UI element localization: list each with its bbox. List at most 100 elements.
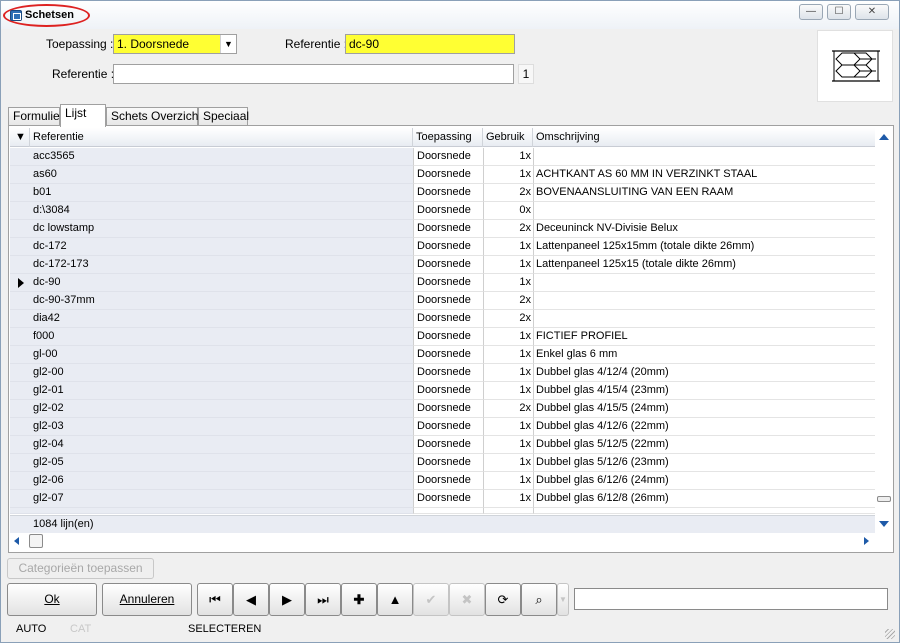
cell-referentie[interactable]: gl2-07 [30,490,413,508]
find-options-chevron-icon[interactable]: ▼ [557,583,569,616]
row-indicator-cell[interactable] [10,166,30,184]
horizontal-scroll-thumb[interactable] [29,534,43,548]
table-row[interactable]: b01 Doorsnede 2x BOVENAANSLUITING VAN EEN R… [10,184,875,202]
cell-referentie[interactable]: gl2-02 [30,400,413,418]
cell-omschrijving[interactable] [533,148,875,166]
cell-toepassing[interactable]: Doorsnede [413,184,483,202]
refresh-icon[interactable]: ⟳ [485,583,521,616]
cell-gebruik[interactable]: 1x [483,472,533,490]
vertical-scroll-thumb[interactable] [877,496,891,502]
cell-referentie[interactable]: gl2-03 [30,418,413,436]
row-indicator-cell[interactable] [10,202,30,220]
cell-gebruik[interactable]: 1x [483,256,533,274]
add-record-icon[interactable]: ✚ [341,583,377,616]
cell-toepassing[interactable]: Doorsnede [413,166,483,184]
prev-record-icon[interactable]: ◀ [233,583,269,616]
categorieen-toepassen-button[interactable]: Categorieën toepassen [7,558,154,579]
tab-formulier[interactable]: Formulier [8,107,64,126]
minimize-button[interactable]: — [799,4,823,20]
chevron-down-icon[interactable]: ▼ [220,35,236,53]
sort-down-icon[interactable]: ▼ [10,128,30,147]
cell-omschrijving[interactable] [533,310,875,328]
row-indicator-cell[interactable] [10,364,30,382]
resize-grip-icon[interactable] [885,629,895,639]
cell-omschrijving[interactable]: ACHTKANT AS 60 MM IN VERZINKT STAAL [533,166,875,184]
cell-toepassing[interactable]: Doorsnede [413,346,483,364]
table-row[interactable]: dia42 Doorsnede 2x [10,310,875,328]
cell-gebruik[interactable]: 1x [483,382,533,400]
cell-referentie[interactable]: gl2-00 [30,364,413,382]
table-row[interactable]: dc lowstamp Doorsnede 2x Deceuninck NV-Divi… [10,220,875,238]
cell-omschrijving[interactable]: Dubbel glas 5/12/6 (23mm) [533,454,875,472]
cell-gebruik[interactable]: 2x [483,400,533,418]
table-row[interactable]: acc3565 Doorsnede 1x [10,148,875,166]
cell-omschrijving[interactable]: Dubbel glas 4/12/4 (20mm) [533,364,875,382]
cell-toepassing[interactable]: Doorsnede [413,490,483,508]
table-row[interactable]: gl2-01 Doorsnede 1x Dubbel glas 4/15/4 (23m… [10,382,875,400]
cell-toepassing[interactable]: Doorsnede [413,310,483,328]
cell-toepassing[interactable]: Doorsnede [413,292,483,310]
cell-omschrijving[interactable]: Dubbel glas 6/12/6 (24mm) [533,472,875,490]
first-record-icon[interactable]: ⏮ [197,583,233,616]
cell-omschrijving[interactable]: Dubbel glas 6/12/8 (26mm) [533,490,875,508]
referentie-filter-input[interactable] [113,64,514,84]
cell-gebruik[interactable]: 1x [483,454,533,472]
cell-referentie[interactable]: acc3565 [30,148,413,166]
cell-toepassing[interactable]: Doorsnede [413,400,483,418]
row-indicator-cell[interactable] [10,418,30,436]
cell-gebruik[interactable]: 2x [483,220,533,238]
row-indicator-cell[interactable] [10,148,30,166]
cell-omschrijving[interactable]: Lattenpaneel 125x15 (totale dikte 26mm) [533,256,875,274]
cell-toepassing[interactable]: Doorsnede [413,202,483,220]
cell-referentie[interactable]: f000 [30,328,413,346]
cell-referentie[interactable]: as60 [30,166,413,184]
cell-toepassing[interactable]: Doorsnede [413,436,483,454]
cell-gebruik[interactable]: 0x [483,202,533,220]
cell-omschrijving[interactable]: Enkel glas 6 mm [533,346,875,364]
cell-referentie[interactable]: dc-90-37mm [30,292,413,310]
column-header-omschrijving[interactable]: Omschrijving [533,128,875,147]
row-indicator-cell[interactable] [10,400,30,418]
cell-gebruik[interactable]: 2x [483,292,533,310]
table-row[interactable]: dc-90 Doorsnede 1x [10,274,875,292]
cell-referentie[interactable]: gl2-05 [30,454,413,472]
cell-omschrijving[interactable] [533,274,875,292]
cell-gebruik[interactable]: 1x [483,274,533,292]
table-row[interactable]: d:\3084 Doorsnede 0x [10,202,875,220]
edit-record-icon[interactable]: ▲ [377,583,413,616]
tab-lijst[interactable]: Lijst [60,104,106,127]
row-indicator-cell[interactable] [10,184,30,202]
row-indicator-cell[interactable] [10,382,30,400]
cell-gebruik[interactable]: 2x [483,184,533,202]
row-indicator-cell[interactable] [10,436,30,454]
maximize-button[interactable]: ☐ [827,4,851,20]
cell-referentie[interactable]: b01 [30,184,413,202]
cell-toepassing[interactable]: Doorsnede [413,220,483,238]
next-record-icon[interactable]: ▶ [269,583,305,616]
annuleren-button[interactable]: Annuleren [102,583,192,616]
cell-omschrijving[interactable]: BOVENAANSLUITING VAN EEN RAAM [533,184,875,202]
cell-gebruik[interactable]: 1x [483,436,533,454]
cell-gebruik[interactable]: 2x [483,310,533,328]
cell-referentie[interactable]: gl2-06 [30,472,413,490]
cell-referentie[interactable]: dc-90 [30,274,413,292]
row-indicator-cell[interactable] [10,310,30,328]
cell-toepassing[interactable]: Doorsnede [413,418,483,436]
find-icon[interactable]: ⌕ [521,583,557,616]
row-indicator-cell[interactable] [10,472,30,490]
cell-toepassing[interactable]: Doorsnede [413,472,483,490]
cell-toepassing[interactable]: Doorsnede [413,364,483,382]
tab-schets-overzicht[interactable]: Schets Overzicht [106,107,202,126]
scroll-up-icon[interactable] [879,134,889,140]
cell-gebruik[interactable]: 1x [483,364,533,382]
last-record-icon[interactable]: ⏭ [305,583,341,616]
cell-omschrijving[interactable]: Dubbel glas 4/15/5 (24mm) [533,400,875,418]
cell-toepassing[interactable]: Doorsnede [413,382,483,400]
cell-omschrijving[interactable]: Deceuninck NV-Divisie Belux [533,220,875,238]
scroll-right-icon[interactable] [864,537,869,545]
cell-referentie[interactable]: d:\3084 [30,202,413,220]
cell-referentie[interactable]: dia42 [30,310,413,328]
cell-gebruik[interactable]: 1x [483,166,533,184]
horizontal-scrollbar[interactable] [10,533,875,550]
row-indicator-cell[interactable] [10,274,30,292]
